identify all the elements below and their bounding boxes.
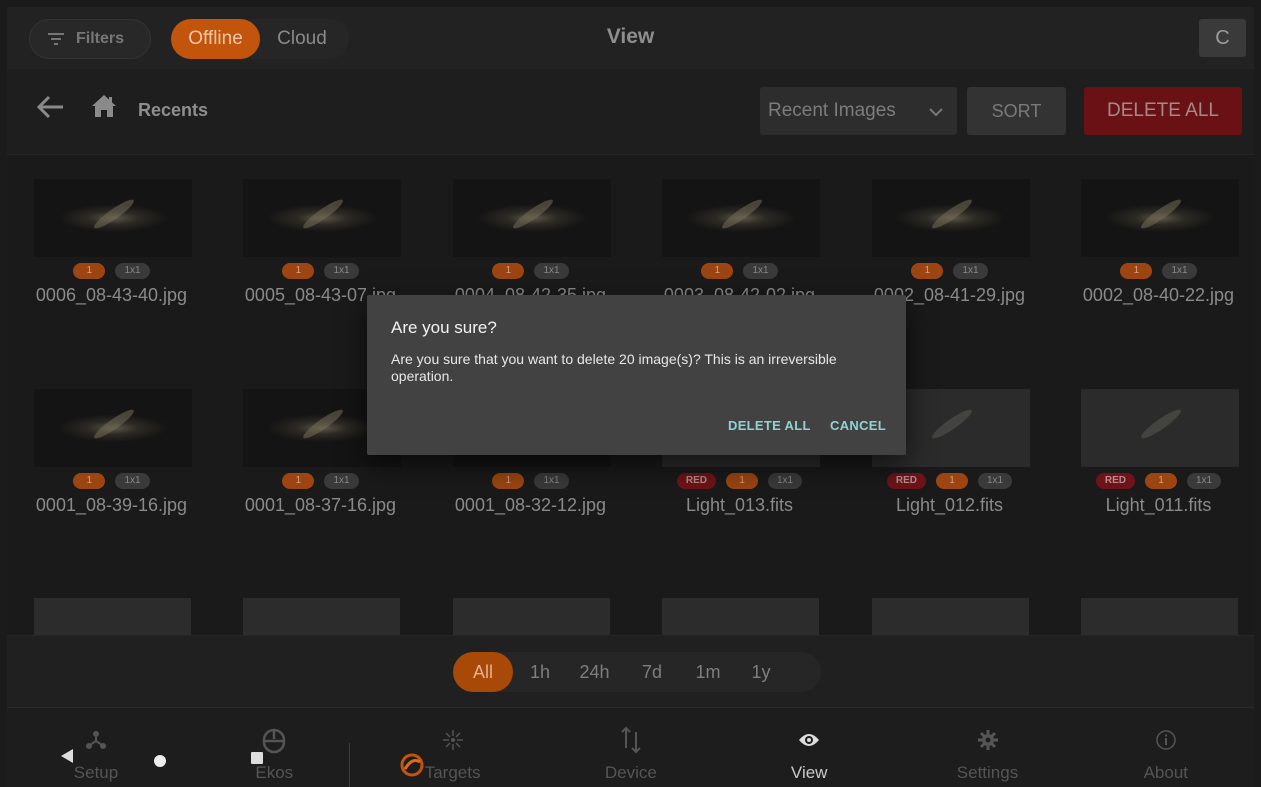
system-home-icon[interactable] bbox=[154, 755, 166, 767]
app-logo-icon bbox=[400, 753, 424, 777]
dialog-title: Are you sure? bbox=[391, 318, 497, 337]
dialog-delete-all-button[interactable]: DELETE ALL bbox=[728, 418, 811, 433]
dialog-message: Are you sure that you want to delete 20 … bbox=[391, 351, 837, 384]
app-window: Filters Offline Cloud View C Recents Rec… bbox=[7, 7, 1254, 787]
system-back-icon[interactable] bbox=[61, 749, 73, 763]
confirm-dialog: Are you sure? Are you sure that you want… bbox=[367, 295, 906, 455]
system-recents-icon[interactable] bbox=[251, 752, 263, 764]
dialog-cancel-button[interactable]: CANCEL bbox=[830, 418, 886, 433]
